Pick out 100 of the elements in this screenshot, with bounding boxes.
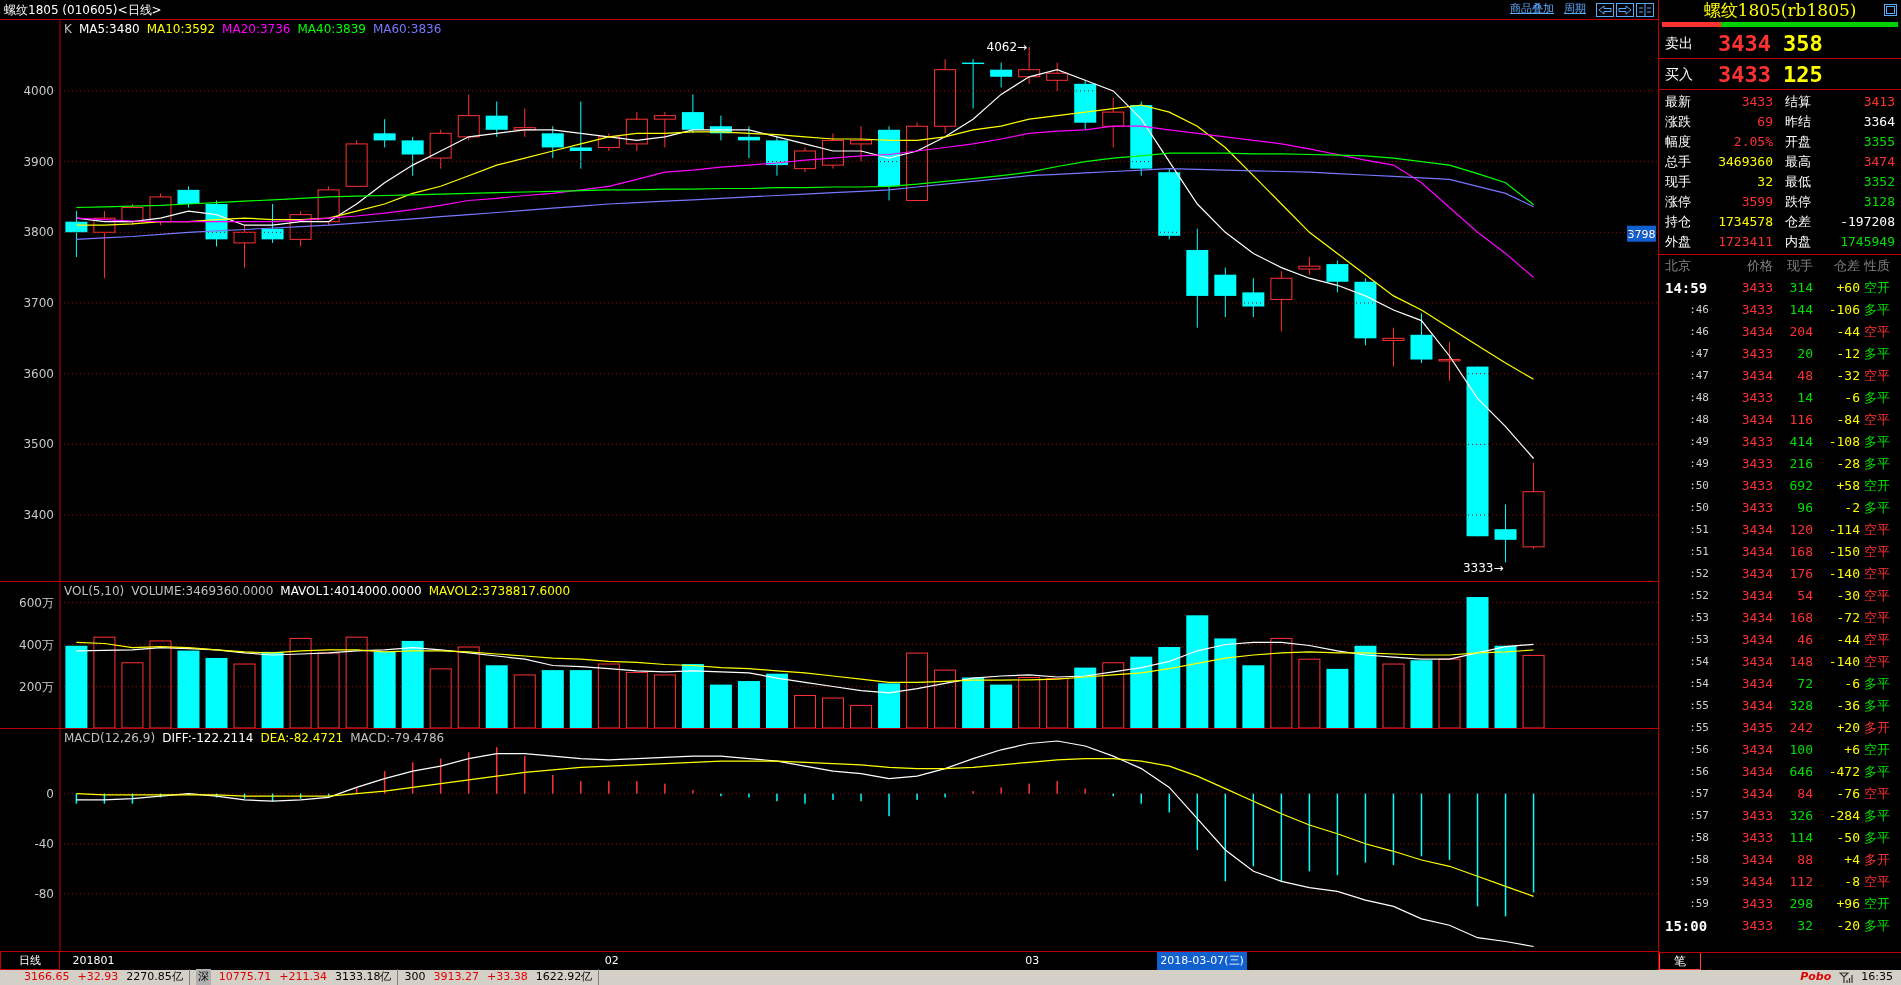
trade-volume: 144 [1788,301,1813,320]
index-value: 300 [404,969,426,985]
stat-value: 69 [1756,113,1773,131]
trade-time: :59 [1688,895,1710,912]
trade-volume: 326 [1788,807,1813,826]
trade-change: -76 [1835,785,1860,804]
trade-time: 15:00 [1664,916,1709,936]
trade-type: 多平 [1863,675,1891,694]
index-value: +33.38 [486,969,528,985]
trade-time: :46 [1688,301,1710,318]
trade-volume: 148 [1788,653,1813,672]
trade-time: :50 [1688,477,1710,494]
trade-type: 多平 [1863,389,1891,408]
axis-label: 3400 [23,508,54,523]
axis-label: 3800 [23,225,54,240]
stat-label: 总手 [1665,153,1692,171]
index-value: 2270.85亿 [126,969,183,985]
trade-type: 多平 [1863,301,1891,320]
stat-label: 持仓 [1665,213,1692,231]
trade-time: :54 [1688,675,1710,692]
index-value: 3913.27 [433,969,479,985]
date-label: 03 [1025,953,1040,969]
trade-price: 3434 [1740,609,1773,628]
trade-type: 空平 [1863,543,1891,562]
trade-volume: 48 [1796,367,1813,386]
trade-price: 3434 [1740,653,1773,672]
stat-label: 内盘 [1784,233,1812,251]
trade-type: 多平 [1863,763,1891,782]
trade-change: -84 [1835,411,1860,430]
trade-type: 空开 [1863,741,1891,760]
trade-change: -72 [1835,609,1860,628]
trade-volume: 54 [1796,587,1813,606]
legend-label: MA20:3736 [222,21,291,38]
axis-label: -40 [34,836,54,851]
trade-change: -108 [1827,433,1860,452]
trade-volume: 120 [1788,521,1813,540]
trade-price: 3434 [1740,543,1773,562]
axis-label: 0 [46,786,54,801]
trade-type: 空平 [1863,323,1891,342]
legend-label: DEA:-82.4721 [260,730,344,747]
trade-time: :53 [1688,631,1710,648]
trade-volume: 84 [1796,785,1813,804]
trade-volume: 88 [1796,851,1813,870]
column-header: 仓差 [1833,257,1860,276]
trade-price: 3434 [1740,851,1773,870]
trade-time: :54 [1688,653,1710,670]
trade-volume: 14 [1796,389,1813,408]
trade-time: :47 [1688,345,1710,362]
trade-time: :59 [1688,873,1710,890]
trade-time: :48 [1688,389,1710,406]
trade-volume: 96 [1796,499,1813,518]
cursor-date-label: 2018-03-07(三) [1157,952,1247,970]
trade-type: 空开 [1863,279,1891,298]
trade-change: -284 [1827,807,1860,826]
trade-volume: 114 [1788,829,1813,848]
quote-price: 3434 [1717,29,1771,58]
chart-title: 螺纹1805 (010605)<日线> [4,1,162,19]
axis-label: 4000 [23,83,54,98]
trade-time: :52 [1688,565,1710,582]
trade-volume: 216 [1788,455,1813,474]
stat-label: 结算 [1784,93,1812,111]
trade-type: 多平 [1863,807,1891,826]
stat-label: 幅度 [1665,133,1692,151]
trade-price: 3434 [1740,565,1773,584]
legend-label: VOLUME:3469360.0000 [131,583,274,600]
legend-label: MA40:3839 [297,21,366,38]
trade-price: 3434 [1740,697,1773,716]
trade-price: 3434 [1740,675,1773,694]
trade-type: 空开 [1863,477,1891,496]
stat-label: 昨结 [1784,113,1812,131]
trade-volume: 20 [1796,345,1813,364]
stat-label: 涨停 [1665,193,1692,211]
stat-label: 涨跌 [1665,113,1692,131]
stat-label: 仓差 [1784,213,1812,231]
trade-change: -140 [1827,565,1860,584]
trade-type: 空平 [1863,587,1891,606]
trade-time: :53 [1688,609,1710,626]
stat-label: 最高 [1784,153,1812,171]
axis-label: 3500 [23,437,54,452]
trade-volume: 298 [1788,895,1813,914]
trade-price: 3435 [1740,719,1773,738]
trade-price: 3434 [1740,323,1773,342]
trade-type: 空平 [1863,367,1891,386]
trade-change: -20 [1835,917,1860,936]
trade-type: 多平 [1863,697,1891,716]
trade-time: :56 [1688,741,1710,758]
stat-value: 1745949 [1839,233,1895,251]
trade-change: -32 [1835,367,1860,386]
trade-price: 3434 [1740,587,1773,606]
trade-type: 多平 [1863,433,1891,452]
trade-time: :57 [1688,785,1710,802]
axis-label: 3700 [23,295,54,310]
trade-change: +6 [1843,741,1860,760]
legend-label: MACD(12,26,9) [64,730,156,747]
instrument-title: 螺纹1805(rb1805) [1703,0,1857,23]
stat-value: 2.05% [1732,133,1773,151]
trade-price: 3434 [1740,521,1773,540]
trade-change: -12 [1835,345,1860,364]
trade-time: :57 [1688,807,1710,824]
trade-type: 多平 [1863,499,1891,518]
